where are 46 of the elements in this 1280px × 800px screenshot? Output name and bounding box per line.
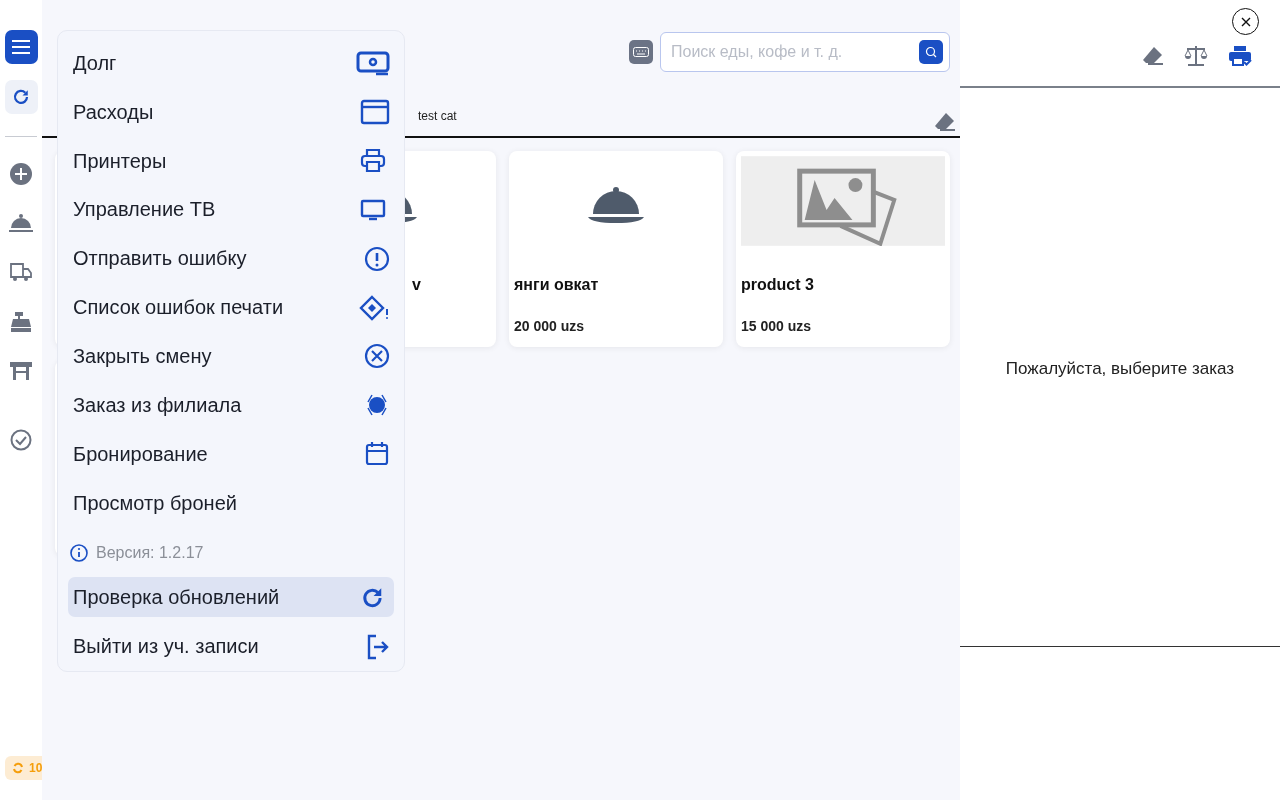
table-icon[interactable] (10, 361, 32, 381)
eraser-icon[interactable] (1142, 46, 1164, 66)
menu-item[interactable]: Бронирование (68, 429, 394, 479)
keyboard-icon (633, 47, 649, 57)
truck-icon[interactable] (10, 261, 32, 283)
menu-item[interactable]: Отправить ошибку (68, 234, 394, 284)
printer-check-icon[interactable] (1228, 45, 1252, 67)
product-name: product 3 (741, 276, 815, 294)
product-price: 20 000 uzs (514, 318, 586, 334)
product-name: янги овкат (514, 276, 600, 294)
menu-item[interactable]: Принтеры (68, 136, 394, 186)
menu-item[interactable]: Долг (68, 39, 394, 88)
menu-item[interactable]: Просмотр броней (68, 478, 394, 528)
refresh-icon (12, 88, 30, 106)
product-name: v (411, 276, 422, 294)
category-tab[interactable]: test cat (418, 108, 457, 128)
keyboard-button[interactable] (629, 40, 653, 64)
menu-item[interactable]: Заказ из филиала (68, 380, 394, 430)
menu-item[interactable]: Список ошибок печати (68, 283, 394, 333)
image-placeholder-icon (741, 156, 945, 246)
product-price: 15 000 uzs (741, 318, 813, 334)
product-card[interactable]: product 3 15 000 uzs (736, 151, 950, 347)
check-circle-icon[interactable] (10, 429, 32, 451)
menu-item[interactable]: Выйти из уч. записи (68, 622, 394, 672)
eraser-icon[interactable] (934, 112, 956, 132)
close-icon (1240, 16, 1251, 27)
scale-icon[interactable] (1184, 45, 1208, 67)
close-button[interactable] (1232, 8, 1259, 35)
product-card[interactable]: янги овкат 20 000 uzs (509, 151, 723, 347)
version-text: Версия: 1.2.17 (96, 544, 204, 563)
menu-icon (11, 39, 31, 55)
menu-item[interactable]: Управление ТВ (68, 185, 394, 235)
refresh-button[interactable] (4, 80, 38, 114)
info-icon (70, 544, 88, 563)
refresh-icon (362, 586, 384, 609)
add-circle-icon[interactable] (10, 163, 32, 185)
search-icon (925, 46, 937, 58)
cash-icon (356, 50, 390, 77)
menu-item[interactable]: Проверка обновлений (68, 577, 394, 618)
menu-item[interactable]: Закрыть смену (68, 332, 394, 381)
cash-register-icon[interactable] (10, 311, 32, 333)
search-button[interactable] (919, 40, 943, 64)
menu-button[interactable] (4, 30, 38, 64)
empty-order-message: Пожалуйста, выберите заказ (1005, 359, 1235, 379)
menu-item[interactable]: Расходы (68, 87, 394, 137)
search-field[interactable]: Поиск еды, кофе и т. д. (660, 32, 950, 72)
